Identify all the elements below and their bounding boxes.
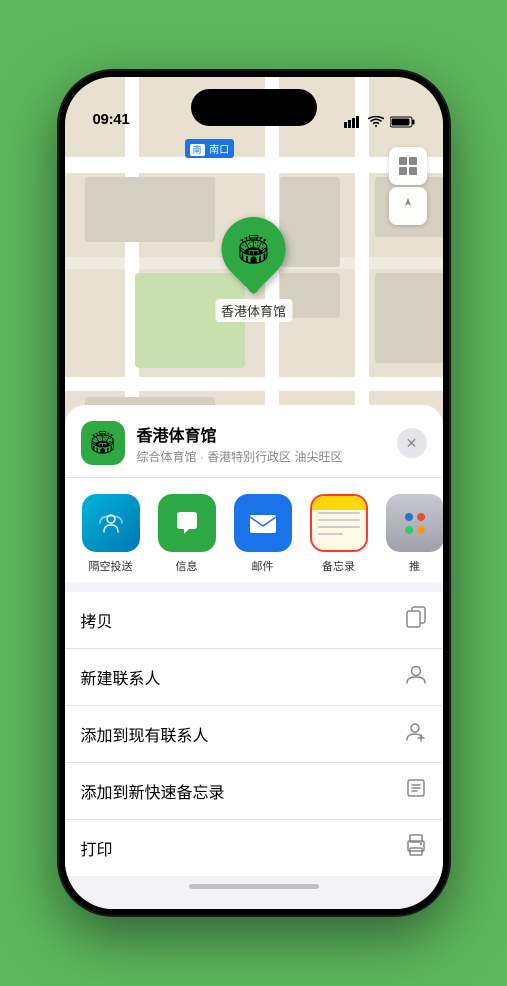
airdrop-label: 隔空投送 bbox=[89, 558, 133, 574]
add-existing-icon bbox=[405, 720, 427, 748]
more-dots-container bbox=[405, 513, 425, 534]
notes-line-3 bbox=[318, 526, 360, 528]
more-icon bbox=[386, 494, 443, 552]
marker-pin: 🏟 bbox=[208, 204, 299, 295]
notes-icon bbox=[310, 494, 368, 552]
phone-screen: 09:41 bbox=[65, 77, 443, 909]
action-new-contact[interactable]: 新建联系人 bbox=[65, 649, 443, 706]
action-copy[interactable]: 拷贝 bbox=[65, 592, 443, 649]
mail-label: 邮件 bbox=[252, 558, 274, 574]
signal-icon bbox=[344, 116, 362, 128]
action-add-existing[interactable]: 添加到现有联系人 bbox=[65, 706, 443, 763]
share-row: 隔空投送 信息 bbox=[65, 478, 443, 582]
print-label: 打印 bbox=[81, 836, 113, 860]
action-add-note[interactable]: 添加到新快速备忘录 bbox=[65, 763, 443, 820]
share-messages[interactable]: 信息 bbox=[153, 494, 221, 574]
action-print[interactable]: 打印 bbox=[65, 820, 443, 876]
messages-svg bbox=[171, 507, 203, 539]
copy-svg bbox=[405, 606, 427, 628]
share-mail[interactable]: 邮件 bbox=[229, 494, 297, 574]
share-more[interactable]: 推 bbox=[381, 494, 443, 574]
add-contact-svg bbox=[405, 720, 427, 742]
print-icon bbox=[405, 834, 427, 862]
map-icon bbox=[398, 156, 418, 176]
notes-line-1 bbox=[318, 512, 360, 514]
copy-icon bbox=[405, 606, 427, 634]
stadium-marker: 🏟 香港体育馆 bbox=[215, 217, 292, 322]
bottom-sheet: 🏟 香港体育馆 综合体育馆 · 香港特别行政区 油尖旺区 ✕ bbox=[65, 405, 443, 909]
south-prefix: 南 bbox=[190, 144, 205, 156]
battery-icon bbox=[390, 116, 415, 128]
location-icon bbox=[399, 197, 417, 215]
dot-3 bbox=[405, 526, 413, 534]
map-block-5 bbox=[375, 273, 443, 363]
airdrop-svg bbox=[96, 508, 126, 538]
messages-icon bbox=[158, 494, 216, 552]
map-block-1 bbox=[85, 177, 215, 242]
print-svg bbox=[405, 834, 427, 856]
note-svg bbox=[405, 777, 427, 799]
notes-line-4 bbox=[318, 533, 343, 535]
venue-icon: 🏟 bbox=[81, 421, 125, 465]
airdrop-icon bbox=[82, 494, 140, 552]
sheet-header: 🏟 香港体育馆 综合体育馆 · 香港特别行政区 油尖旺区 ✕ bbox=[65, 405, 443, 478]
location-button[interactable] bbox=[389, 187, 427, 225]
add-note-icon bbox=[405, 777, 427, 805]
road-h1 bbox=[65, 157, 443, 173]
messages-label: 信息 bbox=[176, 558, 198, 574]
share-notes[interactable]: 备忘录 bbox=[305, 494, 373, 574]
stadium-icon: 🏟 bbox=[236, 233, 272, 266]
status-time: 09:41 bbox=[93, 111, 130, 128]
add-note-label: 添加到新快速备忘录 bbox=[81, 779, 225, 803]
venue-info: 香港体育馆 综合体育馆 · 香港特别行政区 油尖旺区 bbox=[137, 422, 385, 465]
new-contact-label: 新建联系人 bbox=[81, 665, 161, 689]
contact-svg bbox=[405, 663, 427, 685]
notes-label: 备忘录 bbox=[322, 558, 355, 574]
south-text: 南口 bbox=[209, 145, 229, 156]
dot-1 bbox=[405, 513, 413, 521]
wifi-icon bbox=[368, 116, 384, 128]
close-icon: ✕ bbox=[406, 435, 418, 452]
copy-label: 拷贝 bbox=[81, 608, 113, 632]
more-label: 推 bbox=[409, 558, 420, 574]
home-indicator-area bbox=[65, 876, 443, 889]
phone-frame: 09:41 bbox=[59, 71, 449, 915]
dot-4 bbox=[417, 526, 425, 534]
mail-icon bbox=[234, 494, 292, 552]
dot-2 bbox=[417, 513, 425, 521]
notes-header-bar bbox=[312, 496, 366, 510]
mail-svg bbox=[247, 508, 279, 538]
map-controls bbox=[389, 147, 427, 225]
action-list: 拷贝 新建联系人 bbox=[65, 592, 443, 876]
share-airdrop[interactable]: 隔空投送 bbox=[77, 494, 145, 574]
venue-map-label: 香港体育馆 bbox=[215, 299, 292, 322]
dynamic-island bbox=[191, 89, 317, 126]
close-button[interactable]: ✕ bbox=[397, 428, 427, 458]
home-indicator bbox=[189, 884, 319, 889]
notes-content bbox=[318, 512, 360, 535]
more-dots-row2 bbox=[405, 526, 425, 534]
new-contact-icon bbox=[405, 663, 427, 691]
venue-name: 香港体育馆 bbox=[137, 422, 385, 446]
venue-subtitle: 综合体育馆 · 香港特别行政区 油尖旺区 bbox=[137, 448, 385, 465]
map-view-toggle[interactable] bbox=[389, 147, 427, 185]
status-icons bbox=[344, 116, 415, 128]
notes-line-2 bbox=[318, 519, 360, 521]
road-h3 bbox=[65, 377, 443, 391]
south-entrance-label: 南 南口 bbox=[185, 139, 235, 158]
more-dots-row1 bbox=[405, 513, 425, 521]
add-existing-label: 添加到现有联系人 bbox=[81, 722, 209, 746]
